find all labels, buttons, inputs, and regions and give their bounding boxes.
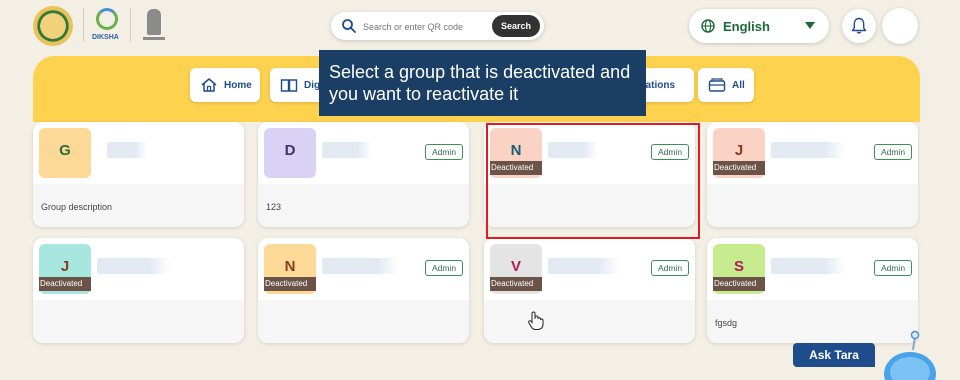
group-avatar: S Deactivated [713, 244, 765, 294]
language-select[interactable]: English [689, 9, 829, 43]
group-initial: S [733, 258, 744, 275]
divider [130, 8, 131, 42]
tab-digital-textbook-label: Dig [304, 79, 321, 91]
group-name-blurred [771, 258, 847, 274]
deactivated-label: Deactivated [490, 277, 542, 291]
globe-icon [701, 19, 715, 33]
group-description: 123 [266, 202, 282, 212]
tab-home[interactable]: Home [190, 68, 260, 102]
group-avatar: D [264, 128, 316, 178]
diksha-logo-text: DIKSHA [92, 34, 119, 41]
group-name-blurred [548, 258, 620, 274]
group-card[interactable]: V Deactivated Admin [484, 238, 695, 343]
group-name-blurred [771, 142, 847, 158]
admin-badge: Admin [651, 260, 689, 276]
search-icon [342, 19, 356, 33]
group-avatar: J Deactivated [39, 244, 91, 294]
deactivated-label: Deactivated [264, 277, 316, 291]
language-value: English [723, 19, 770, 34]
group-initial: D [284, 142, 296, 159]
group-card[interactable]: J Deactivated Admin [707, 122, 918, 227]
robot-assistant-icon[interactable] [875, 330, 945, 380]
group-initial: V [510, 258, 521, 275]
divider [83, 8, 84, 42]
admin-badge: Admin [874, 144, 912, 160]
group-card[interactable]: N Deactivated Admin [258, 238, 469, 343]
selection-highlight [486, 123, 700, 239]
tab-all-label: All [732, 79, 745, 91]
tab-all[interactable]: All [698, 68, 754, 102]
top-bar: DIKSHA Search English [0, 0, 960, 52]
notification-button[interactable] [842, 9, 876, 43]
group-initial: J [60, 258, 70, 275]
search-input[interactable] [361, 16, 505, 38]
group-avatar: J Deactivated [713, 128, 765, 178]
group-avatar: G [39, 128, 91, 178]
search-bar: Search [331, 12, 544, 40]
group-avatar: V Deactivated [490, 244, 542, 294]
group-card[interactable]: S Deactivated Admin fgsdg [707, 238, 918, 343]
tab-home-label: Home [224, 79, 252, 91]
folder-icon [708, 78, 726, 92]
deactivated-label: Deactivated [713, 161, 765, 175]
groups-grid: G Group description D Admin 123 N Deacti… [22, 122, 932, 366]
group-card[interactable]: D Admin 123 [258, 122, 469, 227]
admin-badge: Admin [874, 260, 912, 276]
group-name-blurred [107, 142, 147, 158]
guide-tooltip: Select a group that is deactivated and y… [319, 50, 646, 116]
group-description: fgsdg [715, 318, 738, 328]
hand-cursor-icon [528, 311, 544, 330]
book-icon [280, 79, 298, 92]
bell-icon [851, 17, 867, 34]
group-card[interactable]: J Deactivated [33, 238, 244, 343]
group-card[interactable]: G Group description [33, 122, 244, 227]
search-button[interactable]: Search [492, 15, 540, 37]
group-description: Group description [41, 202, 113, 212]
profile-avatar[interactable] [882, 8, 918, 44]
group-name-blurred [322, 142, 372, 158]
group-avatar: N Deactivated [264, 244, 316, 294]
group-initial: J [734, 142, 744, 159]
home-icon [201, 78, 217, 92]
group-initial: N [284, 258, 296, 275]
group-name-blurred [97, 258, 171, 274]
group-name-blurred [322, 258, 400, 274]
admin-badge: Admin [425, 260, 463, 276]
ask-tara-button[interactable]: Ask Tara [793, 343, 875, 367]
diksha-logo[interactable]: DIKSHA [92, 6, 122, 46]
deactivated-label: Deactivated [713, 277, 765, 291]
deactivated-label: Deactivated [39, 277, 91, 291]
admin-badge: Admin [425, 144, 463, 160]
state-emblem-logo[interactable] [33, 6, 73, 46]
chevron-down-icon [805, 22, 815, 29]
group-initial: G [59, 142, 71, 159]
national-emblem-logo[interactable] [142, 6, 166, 46]
